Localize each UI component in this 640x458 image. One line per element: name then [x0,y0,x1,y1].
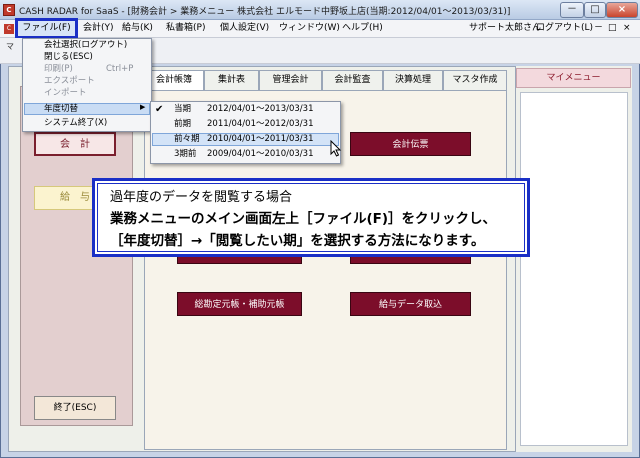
kaikei-button[interactable]: 会 計 [34,132,116,156]
menu-item-import: インポート [44,88,87,98]
submenu-item-period-range[interactable]: 2010/04/01～2011/03/31 [207,133,313,146]
menu-shishobako[interactable]: 私書箱(P) [166,21,205,36]
menu-help[interactable]: ヘルプ(H) [342,21,383,36]
tab-shukeihyo[interactable]: 集計表 [204,70,259,90]
menu-window[interactable]: ウィンドウ(W) [279,21,340,36]
menu-kojin-settei[interactable]: 個人設定(V) [220,21,269,36]
mdi-close-button[interactable]: × [623,21,631,36]
close-button[interactable]: × [606,2,638,18]
logout-link[interactable]: ログアウト(L) [536,21,593,36]
mdi-minimize-button[interactable]: － [594,21,603,36]
mymenu-tab[interactable]: マイメニュー [516,68,631,88]
menu-item-nendo-kirikae[interactable]: 年度切替 [44,103,78,115]
mouse-pointer-icon [330,139,342,160]
check-icon: ✔ [155,104,164,115]
app-logo-icon: C [3,4,15,16]
tab-kaikei-kansa[interactable]: 会計監査 [322,70,383,90]
maximize-button[interactable]: □ [584,2,606,18]
kyuyo-data-torikomi-button[interactable]: 給与データ取込 [350,292,471,316]
menu-kaikei[interactable]: 会計(Y) [83,21,114,36]
exit-button[interactable]: 終了(ESC) [34,396,116,420]
tab-master-sakusei[interactable]: マスタ作成 [443,70,507,90]
menu-item-company-select[interactable]: 会社選択(ログアウト) [44,39,127,51]
annotation-line-1: 過年度のデータを閲覧する場合 [110,190,293,205]
minimize-button[interactable]: － [560,2,584,18]
document-logo-icon: C [4,24,14,34]
submenu-item-period-range[interactable]: 2012/04/01～2013/03/31 [207,103,313,116]
window-title: CASH RADAR for SaaS - [財務会計 > 業務メニュー 株式会… [19,7,511,17]
toolbar-caption: マ [6,42,14,51]
submenu-item-period-range[interactable]: 2011/04/01～2012/03/31 [207,118,313,131]
tab-kaikei-chobo[interactable]: 会計帳簿 [144,70,204,91]
submenu-item-period-range[interactable]: 2009/04/01～2010/03/31 [207,148,313,161]
sokanjo-motocho-button[interactable]: 総勘定元帳・補助元帳 [177,292,302,316]
annotation-line-3: ［年度切替］→「閲覧したい期」を選択する方法になります。 [110,233,485,249]
menu-highlight [24,103,150,115]
menu-item-export: エクスポート [44,76,95,86]
mymenu-list[interactable] [520,92,628,446]
submenu-arrow-icon: ▶ [140,103,146,111]
annotation-line-2: 業務メニューのメイン画面左上［ファイル(F)］をクリックし、 [110,211,497,227]
menu-item-print: 印刷(P) [44,64,73,74]
kaikei-denpyo-button[interactable]: 会計伝票 [350,132,471,156]
user-name: サポート太郎さん [469,23,542,33]
submenu-item-period-name[interactable]: 当期 [174,103,191,116]
menu-item-print-shortcut: Ctrl+P [106,64,134,74]
menu-item-system-exit[interactable]: システム終了(X) [44,117,107,129]
submenu-item-period-name[interactable]: 前々期 [174,133,200,146]
submenu-item-period-name[interactable]: 3期前 [174,148,196,161]
tab-kessan-shori[interactable]: 決算処理 [383,70,443,90]
menu-kyuyo[interactable]: 給与(K) [122,21,153,36]
tab-kanri-kaikei[interactable]: 管理会計 [259,70,322,90]
submenu-item-period-name[interactable]: 前期 [174,118,191,131]
menu-file[interactable]: ファイル(F) [15,18,78,39]
menu-item-close[interactable]: 閉じる(ESC) [44,51,93,63]
mdi-restore-button[interactable]: □ [608,21,617,36]
